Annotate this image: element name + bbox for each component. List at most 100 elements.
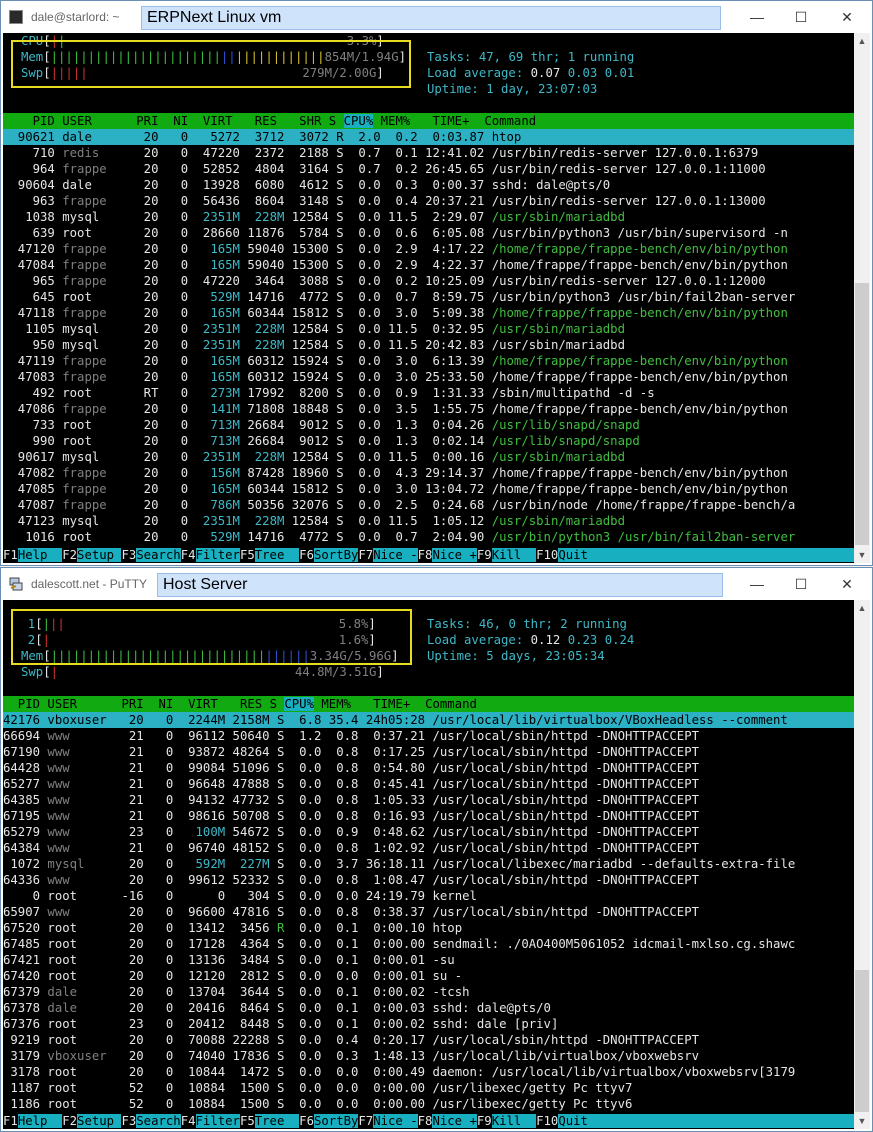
column-header-ni[interactable]: NI bbox=[151, 697, 181, 711]
process-row[interactable]: 90621 dale 20 0 5272 3712 3072 R 2.0 0.2… bbox=[3, 129, 854, 145]
scroll-up-arrow-icon[interactable]: ▲ bbox=[854, 600, 870, 616]
fkey-help-button[interactable]: Help bbox=[17, 548, 63, 562]
process-row[interactable]: 645 root 20 0 529M 14716 4772 S 0.0 0.7 … bbox=[3, 289, 854, 305]
process-row[interactable]: 67485 root 20 0 17128 4364 S 0.0 0.1 0:0… bbox=[3, 936, 854, 952]
fkey-quit-button[interactable]: Quit bbox=[558, 1114, 603, 1128]
scrollbar-thumb[interactable] bbox=[855, 970, 869, 1112]
process-row[interactable]: 90617 mysql 20 0 2351M 228M 12584 S 0.0 … bbox=[3, 449, 854, 465]
maximize-button[interactable]: ☐ bbox=[781, 5, 821, 29]
process-row[interactable]: 47087 frappe 20 0 786M 50356 32076 S 0.0… bbox=[3, 497, 854, 513]
process-row[interactable]: 47084 frappe 20 0 165M 59040 15300 S 0.0… bbox=[3, 257, 854, 273]
column-header-user[interactable]: USER bbox=[47, 697, 114, 711]
vertical-scrollbar[interactable]: ▲ ▼ bbox=[854, 600, 870, 1129]
process-row[interactable]: 67378 dale 20 0 20416 8464 S 0.0 0.1 0:0… bbox=[3, 1000, 854, 1016]
fkey-search-button[interactable]: Search bbox=[136, 1114, 181, 1128]
fkey-help-button[interactable]: Help bbox=[17, 1114, 63, 1128]
process-row[interactable]: 67195 www 21 0 98616 50708 S 0.0 0.8 0:1… bbox=[3, 808, 854, 824]
scroll-down-arrow-icon[interactable]: ▼ bbox=[854, 547, 870, 563]
column-header-time[interactable]: TIME+ bbox=[410, 114, 484, 128]
process-row[interactable]: 47118 frappe 20 0 165M 60344 15812 S 0.0… bbox=[3, 305, 854, 321]
column-header-virt[interactable]: VIRT bbox=[196, 114, 240, 128]
fkey-setup-button[interactable]: Setup bbox=[77, 548, 122, 562]
process-row[interactable]: 965 frappe 20 0 47220 3464 3088 S 0.0 0.… bbox=[3, 273, 854, 289]
process-row[interactable]: 65907 www 20 0 96600 47816 S 0.0 0.8 0:3… bbox=[3, 904, 854, 920]
process-row[interactable]: 47083 frappe 20 0 165M 60312 15924 S 0.0… bbox=[3, 369, 854, 385]
process-row[interactable]: 1072 mysql 20 0 592M 227M S 0.0 3.7 36:1… bbox=[3, 856, 854, 872]
process-row[interactable]: 67190 www 21 0 93872 48264 S 0.0 0.8 0:1… bbox=[3, 744, 854, 760]
process-row[interactable]: 65279 www 23 0 100M 54672 S 0.0 0.9 0:48… bbox=[3, 824, 854, 840]
fkey-nice-button[interactable]: Nice + bbox=[432, 1114, 477, 1128]
column-header-command[interactable]: Command bbox=[425, 697, 854, 711]
close-button[interactable]: ✕ bbox=[827, 5, 867, 29]
process-row[interactable]: 964 frappe 20 0 52852 4804 3164 S 0.7 0.… bbox=[3, 161, 854, 177]
process-row[interactable]: 3179 vboxuser 20 0 74040 17836 S 0.0 0.3… bbox=[3, 1048, 854, 1064]
column-header-res[interactable]: RES bbox=[225, 697, 269, 711]
column-header-user[interactable]: USER bbox=[62, 114, 129, 128]
column-header-res[interactable]: RES bbox=[240, 114, 284, 128]
process-row[interactable]: 47120 frappe 20 0 165M 59040 15300 S 0.0… bbox=[3, 241, 854, 257]
fkey-sortby-button[interactable]: SortBy bbox=[313, 548, 359, 562]
process-row[interactable]: 64336 www 20 0 99612 52332 S 0.0 0.8 1:0… bbox=[3, 872, 854, 888]
terminal-area[interactable]: CPU[|| 3.3%] Mem[||||||||||||||||||||||||… bbox=[3, 33, 854, 563]
process-row[interactable]: 1038 mysql 20 0 2351M 228M 12584 S 0.0 1… bbox=[3, 209, 854, 225]
minimize-button[interactable]: — bbox=[737, 572, 777, 596]
scroll-down-arrow-icon[interactable]: ▼ bbox=[854, 1113, 870, 1129]
column-header-ni[interactable]: NI bbox=[166, 114, 196, 128]
fkey-quit-button[interactable]: Quit bbox=[558, 548, 603, 562]
process-row[interactable]: 66694 www 21 0 96112 50640 S 1.2 0.8 0:3… bbox=[3, 728, 854, 744]
process-row[interactable]: 639 root 20 0 28660 11876 5784 S 0.0 0.6… bbox=[3, 225, 854, 241]
vertical-scrollbar[interactable]: ▲ ▼ bbox=[854, 33, 870, 563]
column-header-cpu[interactable]: CPU% bbox=[284, 697, 314, 711]
column-header-virt[interactable]: VIRT bbox=[181, 697, 225, 711]
title-bar[interactable]: dale@starlord: ~ ERPNext Linux vm — ☐ ✕ bbox=[1, 1, 872, 33]
column-header-s[interactable]: S bbox=[329, 114, 344, 128]
column-header-pid[interactable]: PID bbox=[3, 114, 62, 128]
process-row[interactable]: 67376 root 23 0 20412 8448 S 0.0 0.1 0:0… bbox=[3, 1016, 854, 1032]
column-header-shr[interactable]: SHR bbox=[284, 114, 328, 128]
fkey-kill-button[interactable]: Kill bbox=[491, 548, 537, 562]
process-row[interactable]: 1016 root 20 0 529M 14716 4772 S 0.0 0.7… bbox=[3, 529, 854, 545]
process-row[interactable]: 0 root -16 0 0 304 S 0.0 0.0 24:19.79 ke… bbox=[3, 888, 854, 904]
process-row[interactable]: 1105 mysql 20 0 2351M 228M 12584 S 0.0 1… bbox=[3, 321, 854, 337]
process-row[interactable]: 67520 root 20 0 13412 3456 R 0.0 0.1 0:0… bbox=[3, 920, 854, 936]
process-row[interactable]: 90604 dale 20 0 13928 6080 4612 S 0.0 0.… bbox=[3, 177, 854, 193]
column-header-s[interactable]: S bbox=[270, 697, 285, 711]
column-header-mem[interactable]: MEM% bbox=[373, 114, 411, 128]
process-row[interactable]: 64428 www 21 0 99084 51096 S 0.0 0.8 0:5… bbox=[3, 760, 854, 776]
process-row[interactable]: 64385 www 21 0 94132 47732 S 0.0 0.8 1:0… bbox=[3, 792, 854, 808]
process-row[interactable]: 47123 mysql 20 0 2351M 228M 12584 S 0.0 … bbox=[3, 513, 854, 529]
process-row[interactable]: 67379 dale 20 0 13704 3644 S 0.0 0.1 0:0… bbox=[3, 984, 854, 1000]
column-header-mem[interactable]: MEM% bbox=[314, 697, 351, 711]
fkey-tree-button[interactable]: Tree bbox=[254, 548, 300, 562]
fkey-filter-button[interactable]: Filter bbox=[195, 1114, 240, 1128]
process-row[interactable]: 1187 root 52 0 10884 1500 S 0.0 0.0 0:00… bbox=[3, 1080, 854, 1096]
column-header-pri[interactable]: PRI bbox=[129, 114, 166, 128]
scroll-up-arrow-icon[interactable]: ▲ bbox=[854, 33, 870, 49]
fkey-nice-button[interactable]: Nice + bbox=[432, 548, 477, 562]
process-row[interactable]: 710 redis 20 0 47220 2372 2188 S 0.7 0.1… bbox=[3, 145, 854, 161]
fkey-sortby-button[interactable]: SortBy bbox=[313, 1114, 359, 1128]
process-row[interactable]: 3178 root 20 0 10844 1472 S 0.0 0.0 0:00… bbox=[3, 1064, 854, 1080]
maximize-button[interactable]: ☐ bbox=[781, 572, 821, 596]
column-header-pid[interactable]: PID bbox=[3, 697, 47, 711]
process-row[interactable]: 47085 frappe 20 0 165M 60344 15812 S 0.0… bbox=[3, 481, 854, 497]
process-row[interactable]: 67421 root 20 0 13136 3484 S 0.0 0.1 0:0… bbox=[3, 952, 854, 968]
terminal-area[interactable]: 1[||| 5.8%] 2[| 1.6%] Mem[|||||||||||||||… bbox=[3, 600, 854, 1129]
column-header-cpu[interactable]: CPU% bbox=[343, 114, 374, 128]
process-row[interactable]: 65277 www 21 0 96648 47888 S 0.0 0.8 0:4… bbox=[3, 776, 854, 792]
scrollbar-thumb[interactable] bbox=[855, 283, 869, 545]
minimize-button[interactable]: — bbox=[737, 5, 777, 29]
fkey-nice-button[interactable]: Nice - bbox=[373, 548, 418, 562]
process-row[interactable]: 1186 root 52 0 10884 1500 S 0.0 0.0 0:00… bbox=[3, 1096, 854, 1112]
process-row[interactable]: 47119 frappe 20 0 165M 60312 15924 S 0.0… bbox=[3, 353, 854, 369]
process-row[interactable]: 64384 www 21 0 96740 48152 S 0.0 0.8 1:0… bbox=[3, 840, 854, 856]
process-row[interactable]: 47086 frappe 20 0 141M 71808 18848 S 0.0… bbox=[3, 401, 854, 417]
title-bar[interactable]: dalescott.net - PuTTY Host Server — ☐ ✕ bbox=[1, 568, 872, 600]
process-row[interactable]: 950 mysql 20 0 2351M 228M 12584 S 0.0 11… bbox=[3, 337, 854, 353]
column-header-time[interactable]: TIME+ bbox=[351, 697, 425, 711]
process-row[interactable]: 42176 vboxuser 20 0 2244M 2158M S 6.8 35… bbox=[3, 712, 854, 728]
process-row[interactable]: 47082 frappe 20 0 156M 87428 18960 S 0.0… bbox=[3, 465, 854, 481]
process-row[interactable]: 733 root 20 0 713M 26684 9012 S 0.0 1.3 … bbox=[3, 417, 854, 433]
fkey-tree-button[interactable]: Tree bbox=[254, 1114, 300, 1128]
process-row[interactable]: 492 root RT 0 273M 17992 8200 S 0.0 0.9 … bbox=[3, 385, 854, 401]
